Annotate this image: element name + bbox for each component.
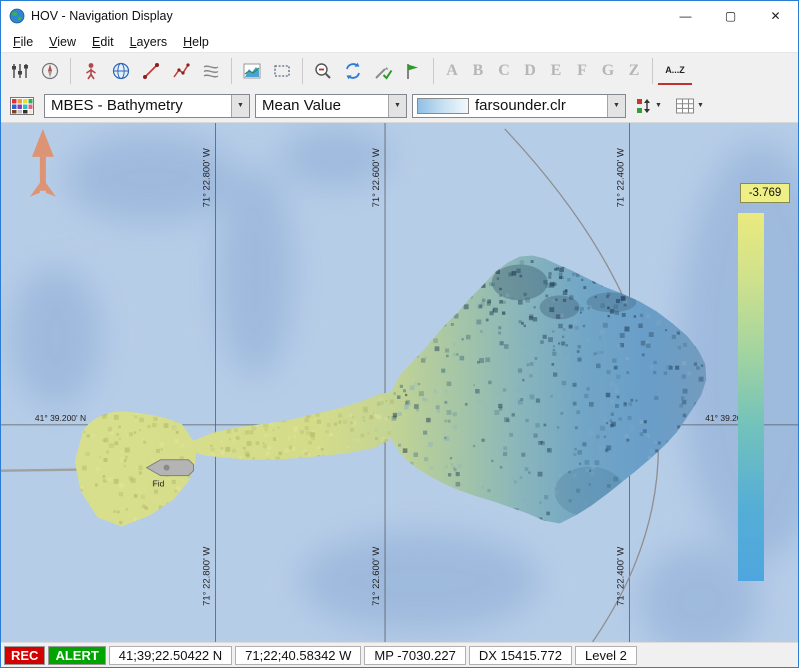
globe-button[interactable] <box>106 56 136 86</box>
layer-dropdown[interactable]: MBES - Bathymetry ▼ <box>44 94 250 118</box>
letter-button-c[interactable]: C <box>491 57 517 85</box>
polyline-add-icon <box>171 61 191 81</box>
statistic-dropdown[interactable]: Mean Value ▼ <box>255 94 407 118</box>
area-chart-icon <box>242 61 262 81</box>
maximize-button[interactable]: ▢ <box>708 1 753 31</box>
chevron-down-icon: ▼ <box>655 102 662 109</box>
refresh-button[interactable] <box>338 56 368 86</box>
letter-button-z[interactable]: Z <box>621 57 647 85</box>
main-toolbar: A B C D E F G Z A...Z <box>1 52 798 89</box>
colormap-preview <box>417 98 469 114</box>
letter-button-g[interactable]: G <box>595 57 621 85</box>
chevron-down-icon[interactable]: ▼ <box>388 95 406 117</box>
letter-button-a[interactable]: A <box>439 57 465 85</box>
chevron-down-icon: ▼ <box>697 102 704 109</box>
colorbar-max-value: -3.769 <box>740 183 790 203</box>
color-scale-button[interactable]: ▼ <box>631 93 666 119</box>
level-readout: Level 2 <box>575 646 637 665</box>
letter-button-b[interactable]: B <box>465 57 491 85</box>
lon-label-bottom-3: 71° 22.400' W <box>615 547 626 606</box>
refresh-icon <box>343 61 363 81</box>
statistic-dropdown-value: Mean Value <box>256 97 388 114</box>
compass-icon <box>40 61 60 81</box>
compass-button[interactable] <box>35 56 65 86</box>
chevron-down-icon[interactable]: ▼ <box>231 95 249 117</box>
menu-help[interactable]: Help <box>175 33 217 51</box>
lon-label-bottom-2: 71° 22.600' W <box>371 547 382 606</box>
sort-az-button[interactable]: A...Z <box>658 57 692 85</box>
globe-icon <box>111 61 131 81</box>
alert-badge: ALERT <box>48 646 105 665</box>
letter-button-d[interactable]: D <box>517 57 543 85</box>
menu-bar: File View Edit Layers Help <box>1 31 798 52</box>
menu-edit[interactable]: Edit <box>84 33 122 51</box>
menu-view[interactable]: View <box>41 33 84 51</box>
toolbar-separator <box>70 58 71 84</box>
display-toolbar: MBES - Bathymetry ▼ Mean Value ▼ farsoun… <box>1 89 798 123</box>
color-scale-icon <box>635 97 653 115</box>
grid-icon <box>675 97 695 115</box>
mp-readout: MP -7030.227 <box>364 646 465 665</box>
select-rect-icon <box>272 61 292 81</box>
lon-label-bottom-1: 71° 22.800' W <box>201 547 212 606</box>
close-button[interactable]: ✕ <box>753 1 798 31</box>
area-chart-button[interactable] <box>237 56 267 86</box>
app-globe-icon <box>9 8 25 24</box>
contours-icon <box>201 61 221 81</box>
dx-readout: DX 15415.772 <box>469 646 572 665</box>
map-area[interactable]: Fid 71° 22.800' W 71° 22.600' W 71° 22.4… <box>1 123 798 642</box>
window-title: HOV - Navigation Display <box>31 9 663 23</box>
map-canvas[interactable]: Fid 71° 22.800' W 71° 22.600' W 71° 22.4… <box>1 123 798 642</box>
colormap-dropdown[interactable]: farsounder.clr ▼ <box>412 94 626 118</box>
toolbar-separator <box>302 58 303 84</box>
toolbar-separator <box>433 58 434 84</box>
colormap-dropdown-value: farsounder.clr <box>469 97 607 114</box>
layer-dropdown-value: MBES - Bathymetry <box>45 97 231 114</box>
select-rect-button[interactable] <box>267 56 297 86</box>
line-points-icon <box>141 61 161 81</box>
vessel-label: Fid <box>153 479 165 489</box>
latitude-readout: 41;39;22.50422 N <box>109 646 232 665</box>
sliders-button[interactable] <box>5 56 35 86</box>
minimize-button[interactable]: — <box>663 1 708 31</box>
palette-icon <box>10 97 34 115</box>
menu-layers[interactable]: Layers <box>122 33 176 51</box>
flag-button[interactable] <box>398 56 428 86</box>
lon-label-top-3: 71° 22.400' W <box>615 148 626 207</box>
measure-check-icon <box>373 61 393 81</box>
sliders-icon <box>10 61 30 81</box>
person-marker-button[interactable] <box>76 56 106 86</box>
person-marker-icon <box>81 61 101 81</box>
grid-toggle-button[interactable]: ▼ <box>671 93 708 119</box>
toolbar-separator <box>652 58 653 84</box>
measure-check-button[interactable] <box>368 56 398 86</box>
title-bar: HOV - Navigation Display — ▢ ✕ <box>1 1 798 31</box>
lat-label-left: 41° 39.200' N <box>35 413 86 423</box>
letter-button-e[interactable]: E <box>543 57 569 85</box>
longitude-readout: 71;22;40.58342 W <box>235 646 361 665</box>
rec-badge: REC <box>4 646 45 665</box>
line-points-button[interactable] <box>136 56 166 86</box>
app-window: HOV - Navigation Display — ▢ ✕ File View… <box>0 0 799 668</box>
lon-label-top-2: 71° 22.600' W <box>371 148 382 207</box>
status-bar: REC ALERT 41;39;22.50422 N 71;22;40.5834… <box>1 642 798 667</box>
flag-icon <box>403 61 423 81</box>
chevron-down-icon[interactable]: ▼ <box>607 95 625 117</box>
polyline-add-button[interactable] <box>166 56 196 86</box>
depth-colorbar <box>738 213 764 581</box>
zoom-out-button[interactable] <box>308 56 338 86</box>
zoom-out-icon <box>313 61 333 81</box>
palette-button[interactable] <box>5 93 39 119</box>
toolbar-separator <box>231 58 232 84</box>
menu-file[interactable]: File <box>5 33 41 51</box>
letter-button-f[interactable]: F <box>569 57 595 85</box>
lon-label-top-1: 71° 22.800' W <box>201 148 212 207</box>
contours-button[interactable] <box>196 56 226 86</box>
